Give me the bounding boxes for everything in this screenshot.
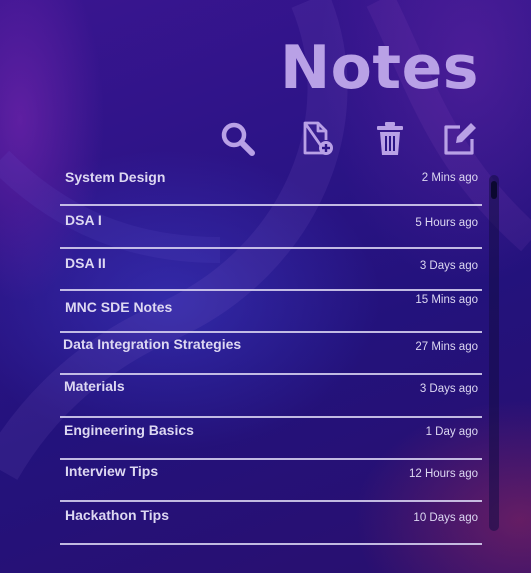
trash-icon — [377, 122, 403, 155]
note-time: 3 Days ago — [419, 383, 478, 396]
list-item[interactable]: Data Integration Strategies 27 Mins ago — [60, 333, 482, 376]
delete-button[interactable] — [367, 116, 413, 162]
note-time: 10 Days ago — [413, 512, 478, 525]
note-title: System Design — [65, 169, 166, 185]
note-time: 15 Mins ago — [415, 293, 478, 306]
note-title: Interview Tips — [65, 463, 159, 480]
note-title: DSA I — [65, 212, 102, 229]
note-time: 1 Day ago — [425, 425, 478, 438]
notes-list: System Design 2 Mins ago DSA I 5 Hours a… — [60, 164, 482, 545]
note-title: DSA II — [65, 254, 106, 271]
note-title: Materials — [64, 378, 125, 395]
edit-button[interactable] — [437, 116, 483, 162]
note-time: 2 Mins ago — [421, 172, 478, 184]
list-item[interactable]: Engineering Basics 1 Day ago — [60, 418, 482, 461]
note-time: 12 Hours ago — [408, 468, 478, 481]
list-item[interactable]: Materials 3 Days ago — [60, 375, 482, 418]
note-title: Data Integration Strategies — [63, 336, 242, 353]
note-time: 3 Days ago — [419, 259, 478, 272]
list-item[interactable]: DSA I 5 Hours ago — [60, 206, 482, 249]
add-note-button[interactable] — [294, 116, 340, 162]
note-title: Engineering Basics — [64, 421, 194, 438]
note-title: Hackathon Tips — [65, 507, 169, 524]
list-item[interactable]: MNC SDE Notes 15 Mins ago — [60, 291, 482, 334]
note-title: MNC SDE Notes — [65, 298, 173, 315]
list-item[interactable]: System Design 2 Mins ago — [60, 164, 482, 207]
note-time: 5 Hours ago — [415, 217, 478, 230]
scrollbar-thumb[interactable] — [491, 181, 497, 199]
toolbar — [210, 116, 486, 162]
list-item[interactable]: Hackathon Tips 10 Days ago — [60, 502, 482, 545]
new-file-icon — [303, 121, 333, 155]
search-button[interactable] — [215, 116, 261, 162]
note-time: 27 Mins ago — [415, 341, 478, 354]
page-title: Notes — [279, 33, 479, 103]
scrollbar[interactable] — [489, 175, 499, 531]
edit-icon — [444, 123, 476, 155]
list-item[interactable]: DSA II 3 Days ago — [60, 249, 482, 291]
search-icon — [221, 122, 255, 156]
list-item[interactable]: Interview Tips 12 Hours ago — [60, 460, 482, 503]
